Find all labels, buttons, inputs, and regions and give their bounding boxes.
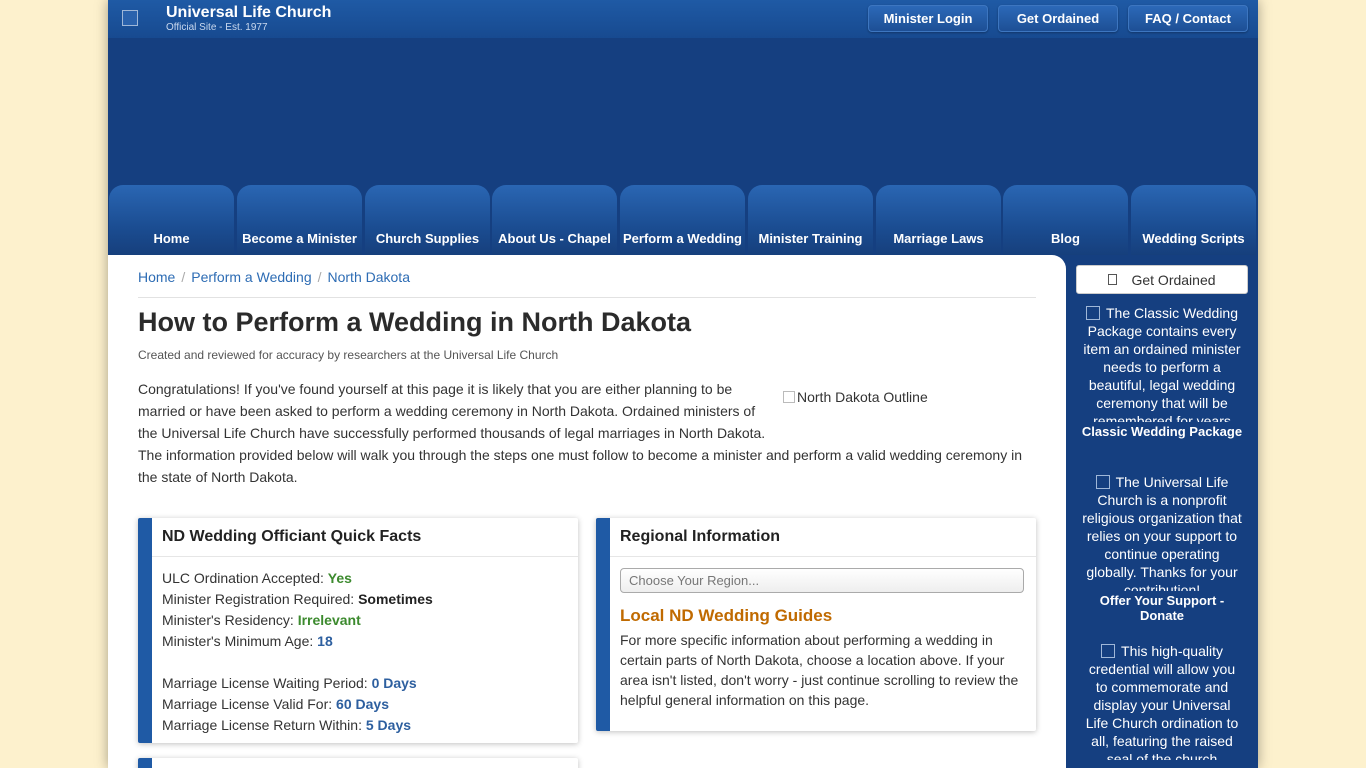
fact-value: Irrelevant bbox=[297, 612, 361, 628]
region-select[interactable]: Choose Your Region... bbox=[620, 568, 1024, 593]
fact-residency: Minister's Residency: Irrelevant bbox=[162, 612, 361, 628]
tab-wedding-scripts[interactable]: Wedding Scripts bbox=[1131, 185, 1256, 255]
fact-value: 18 bbox=[317, 633, 333, 649]
card-divider bbox=[152, 556, 578, 557]
intro-section: North Dakota Outline Congratulations! If… bbox=[138, 378, 1028, 488]
page-title: How to Perform a Wedding in North Dakota bbox=[138, 307, 692, 337]
main-content: Home / Perform a Wedding / North Dakota How … bbox=[108, 255, 1066, 768]
site-title[interactable]: Universal Life Church bbox=[166, 4, 331, 22]
promo-credential[interactable]: This high-quality credential will allow … bbox=[1076, 642, 1248, 762]
promo-caption: Offer Your Support - Donate bbox=[1099, 593, 1225, 623]
page-byline: Created and reviewed for accuracy by res… bbox=[138, 348, 559, 362]
fact-ulc-ordination: ULC Ordination Accepted: Yes bbox=[162, 570, 352, 586]
tab-minister-training[interactable]: Minister Training bbox=[748, 185, 873, 255]
breadcrumb-north-dakota[interactable]: North Dakota bbox=[328, 269, 410, 285]
promo-alt-text: This high-quality credential will allow … bbox=[1085, 643, 1239, 760]
fact-license-return: Marriage License Return Within: 5 Days bbox=[162, 717, 412, 733]
breadcrumb-perform-a-wedding[interactable]: Perform a Wedding bbox=[191, 269, 311, 285]
promo-image: This high-quality credential will allow … bbox=[1076, 642, 1248, 760]
fact-value: 5 Days bbox=[365, 717, 412, 733]
fact-license-valid: Marriage License Valid For: 60 Days bbox=[162, 696, 389, 712]
promo-image: The Universal Life Church is a nonprofit… bbox=[1076, 473, 1248, 591]
facts-spacer bbox=[162, 652, 433, 673]
certificate-icon bbox=[1108, 274, 1118, 285]
fact-waiting-period: Marriage License Waiting Period: 0 Days bbox=[162, 675, 417, 691]
promo-alt-text: The Classic Wedding Package contains eve… bbox=[1083, 305, 1241, 422]
top-bar: Universal Life Church Official Site - Es… bbox=[108, 0, 1258, 38]
promo-image: The Classic Wedding Package contains eve… bbox=[1076, 304, 1248, 422]
site-wrapper: Universal Life Church Official Site - Es… bbox=[108, 0, 1258, 768]
breadcrumb: Home / Perform a Wedding / North Dakota bbox=[138, 269, 410, 285]
tab-become-a-minister[interactable]: Become a Minister bbox=[237, 185, 362, 255]
broken-image-icon bbox=[1101, 644, 1116, 658]
regional-info-card: Regional Information Choose Your Region.… bbox=[596, 518, 1036, 731]
local-guides-title: Local ND Wedding Guides bbox=[620, 606, 833, 625]
quick-facts-list: ULC Ordination Accepted: Yes Minister Re… bbox=[162, 568, 433, 736]
fact-value: 60 Days bbox=[336, 696, 389, 712]
get-ordained-button[interactable]: Get Ordained bbox=[998, 5, 1118, 32]
next-card bbox=[138, 758, 578, 768]
fact-minimum-age: Minister's Minimum Age: 18 bbox=[162, 633, 333, 649]
breadcrumb-divider bbox=[138, 297, 1036, 298]
quick-facts-title: ND Wedding Officiant Quick Facts bbox=[162, 528, 422, 545]
breadcrumb-separator: / bbox=[181, 269, 186, 285]
sidebar-get-ordained-button[interactable]: Get Ordained bbox=[1076, 265, 1248, 294]
broken-image-icon bbox=[783, 391, 795, 403]
breadcrumb-separator: / bbox=[317, 269, 322, 285]
regional-title: Regional Information bbox=[620, 528, 780, 545]
promo-donate[interactable]: The Universal Life Church is a nonprofit… bbox=[1076, 473, 1248, 623]
site-subtitle: Official Site - Est. 1977 bbox=[166, 22, 268, 33]
tab-marriage-laws[interactable]: Marriage Laws bbox=[876, 185, 1001, 255]
promo-caption: Classic Wedding Package bbox=[1081, 424, 1243, 439]
fact-value: Sometimes bbox=[358, 591, 433, 607]
local-guides-text: For more specific information about perf… bbox=[620, 632, 1019, 708]
quick-facts-card: ND Wedding Officiant Quick Facts ULC Ord… bbox=[138, 518, 578, 743]
promo-classic-wedding-package[interactable]: The Classic Wedding Package contains eve… bbox=[1076, 304, 1248, 439]
fact-value: Yes bbox=[327, 570, 352, 586]
tab-blog[interactable]: Blog bbox=[1003, 185, 1128, 255]
card-divider bbox=[610, 556, 1036, 557]
breadcrumb-home[interactable]: Home bbox=[138, 269, 175, 285]
faq-contact-button[interactable]: FAQ / Contact bbox=[1128, 5, 1248, 32]
north-dakota-outline-image: North Dakota Outline bbox=[778, 378, 1028, 444]
logo-broken-image-icon[interactable] bbox=[122, 10, 138, 26]
main-nav: Home Become a Minister Church Supplies A… bbox=[108, 185, 1258, 255]
tab-about-us-chapel[interactable]: About Us - Chapel bbox=[492, 185, 617, 255]
minister-login-button[interactable]: Minister Login bbox=[868, 5, 988, 32]
tab-perform-a-wedding[interactable]: Perform a Wedding bbox=[620, 185, 745, 255]
broken-image-icon bbox=[1085, 306, 1100, 320]
promo-alt-text: The Universal Life Church is a nonprofit… bbox=[1082, 474, 1242, 591]
fact-registration: Minister Registration Required: Sometime… bbox=[162, 591, 433, 607]
image-alt-text: North Dakota Outline bbox=[797, 389, 928, 405]
broken-image-icon bbox=[1095, 475, 1110, 489]
sidebar-button-label: Get Ordained bbox=[1131, 271, 1216, 288]
tab-church-supplies[interactable]: Church Supplies bbox=[365, 185, 490, 255]
tab-home[interactable]: Home bbox=[109, 185, 234, 255]
fact-value: 0 Days bbox=[371, 675, 417, 691]
